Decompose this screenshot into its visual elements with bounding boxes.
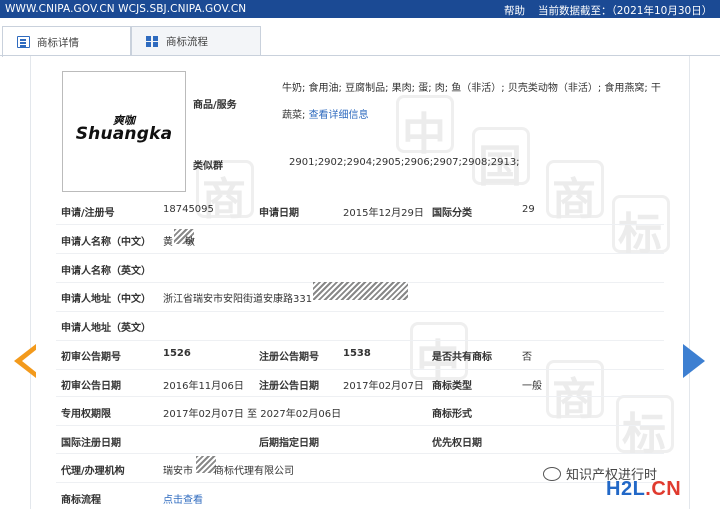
row-divider [56, 453, 664, 454]
address-en-label: 申请人地址（英文） [61, 323, 151, 334]
logo-english-text: Shuangka [75, 124, 173, 144]
type-value: 一般 [522, 381, 542, 392]
site-urls: WWW.CNIPA.GOV.CN WCJS.SBJ.CNIPA.GOV.CN [5, 3, 247, 15]
site-logo: H2L.CN [606, 478, 681, 501]
term-label: 专用权期限 [61, 409, 111, 420]
trademark-image: 爽咖 Shuangka [62, 71, 186, 192]
document-icon [17, 36, 30, 48]
tab-row: 商标详情 商标流程 [0, 18, 720, 57]
goods-text: 牛奶; 食用油; 豆腐制品; 果肉; 蛋; 肉; 鱼（非活）; 贝壳类动物（非活… [282, 75, 662, 129]
row-divider [56, 425, 664, 426]
app-date-label: 申请日期 [259, 208, 299, 219]
intl-class-value: 29 [522, 204, 535, 215]
redaction-mark [196, 456, 216, 473]
tab-trademark-details[interactable]: 商标详情 [2, 26, 131, 57]
applicant-en-label: 申请人名称（英文） [61, 266, 151, 277]
applicant-cn-last: 敏 [185, 237, 195, 248]
reg-pub-no-value: 1538 [343, 348, 371, 359]
next-arrow-icon[interactable] [683, 344, 705, 378]
row-divider [56, 253, 664, 254]
row-divider [56, 311, 664, 312]
site-logo-main: H2L [606, 478, 646, 500]
reg-pub-no-label: 注册公告期号 [259, 352, 319, 363]
term-value: 2017年02月07日 至 2027年02月06日 [163, 409, 342, 420]
row-divider [56, 369, 664, 370]
agent-prefix: 瑞安市 [163, 466, 193, 477]
site-logo-domain: .CN [645, 478, 682, 500]
reg-no-value: 18745095 [163, 204, 214, 215]
applicant-cn-first: 黄 [163, 237, 173, 248]
tab-label: 商标流程 [166, 36, 208, 48]
shared-label: 是否共有商标 [432, 352, 492, 363]
applicant-cn-label: 申请人名称（中文） [61, 237, 151, 248]
wechat-icon [543, 466, 561, 481]
view-flow-link[interactable]: 点击查看 [163, 491, 203, 506]
later-date-label: 后期指定日期 [259, 438, 319, 449]
goods-label: 商品/服务 [193, 100, 237, 111]
reg-no-label: 申请/注册号 [61, 208, 115, 219]
data-date: 当前数据截至：（2021年10月30日） [538, 5, 713, 17]
agent-label: 代理/办理机构 [61, 466, 125, 477]
shared-value: 否 [522, 352, 532, 363]
similar-group-value: 2901;2902;2904;2905;2906;2907;2908;2913; [289, 157, 520, 168]
row-divider [56, 340, 664, 341]
priority-date-label: 优先权日期 [432, 438, 482, 449]
help-link[interactable]: 帮助 [504, 3, 525, 18]
prelim-date-label: 初审公告日期 [61, 381, 121, 392]
view-details-link[interactable]: 查看详细信息 [309, 110, 369, 121]
grid-icon [146, 36, 159, 48]
reg-pub-date-label: 注册公告日期 [259, 381, 319, 392]
form-label: 商标形式 [432, 409, 472, 420]
row-divider [56, 396, 664, 397]
address-cn-label: 申请人地址（中文） [61, 294, 151, 305]
address-cn-value: 浙江省瑞安市安阳街道安康路331 [163, 294, 313, 305]
flow-label: 商标流程 [61, 495, 101, 506]
agent-suffix: 商标代理有限公司 [214, 466, 294, 477]
tab-trademark-flow[interactable]: 商标流程 [131, 26, 261, 56]
app-date-value: 2015年12月29日 [343, 208, 424, 219]
intl-class-label: 国际分类 [432, 208, 472, 219]
intl-reg-date-label: 国际注册日期 [61, 438, 121, 449]
row-divider [56, 224, 664, 225]
previous-arrow-icon[interactable] [14, 344, 37, 378]
prelim-no-label: 初审公告期号 [61, 352, 121, 363]
top-bar: WWW.CNIPA.GOV.CN WCJS.SBJ.CNIPA.GOV.CN 帮… [0, 0, 720, 18]
prelim-no-value: 1526 [163, 348, 191, 359]
similar-group-label: 类似群 [193, 161, 223, 172]
prelim-date-value: 2016年11月06日 [163, 381, 244, 392]
tab-label: 商标详情 [37, 36, 79, 49]
type-label: 商标类型 [432, 381, 472, 392]
reg-pub-date-value: 2017年02月07日 [343, 381, 424, 392]
redaction-mark [313, 282, 408, 300]
